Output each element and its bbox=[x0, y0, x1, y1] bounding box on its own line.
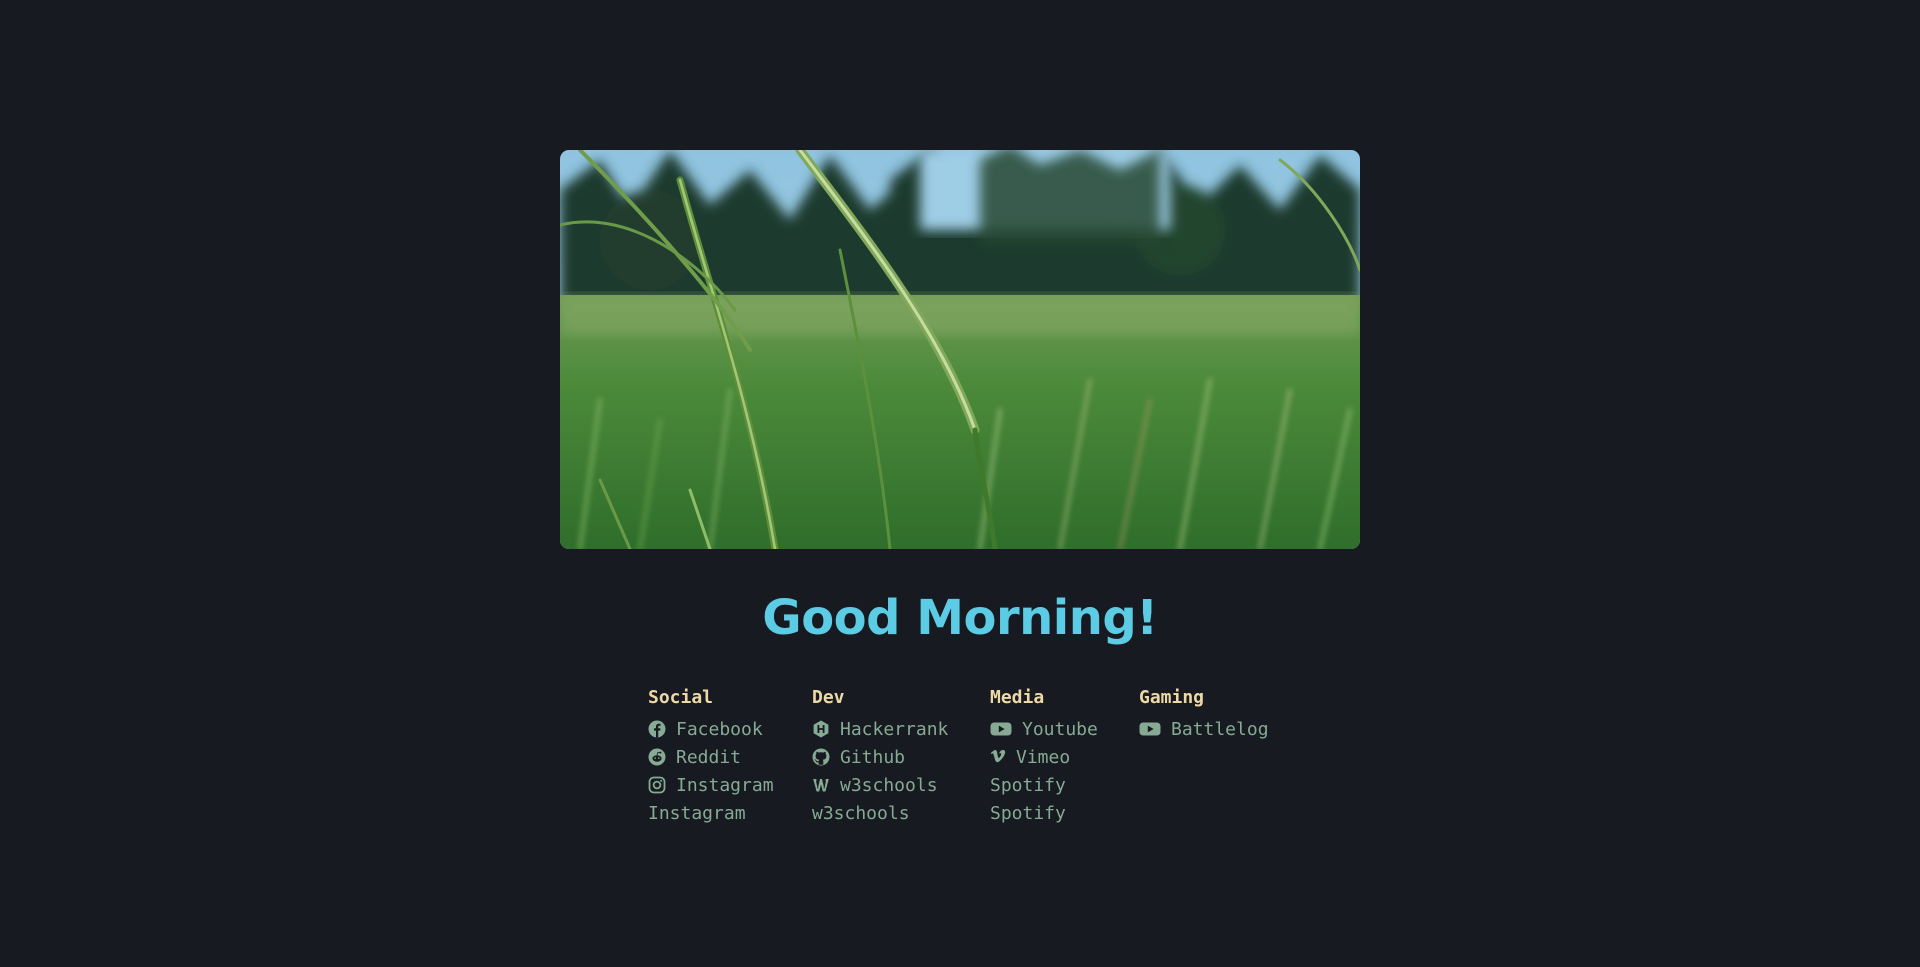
hackerrank-icon bbox=[812, 720, 830, 738]
column-title-social: Social bbox=[648, 687, 714, 708]
link-battlelog[interactable]: Battlelog bbox=[1139, 715, 1269, 743]
link-label: Facebook bbox=[676, 718, 763, 740]
youtube-icon bbox=[1139, 720, 1161, 738]
link-label: Instagram bbox=[648, 802, 746, 824]
links-column-social: Social Facebook Reddit Instagram Instagr… bbox=[648, 687, 774, 827]
youtube-icon bbox=[990, 720, 1012, 738]
column-title-gaming: Gaming bbox=[1139, 687, 1205, 708]
github-icon bbox=[812, 748, 830, 766]
link-youtube[interactable]: Youtube bbox=[990, 715, 1098, 743]
link-label: Youtube bbox=[1022, 718, 1098, 740]
vimeo-icon bbox=[990, 748, 1006, 766]
link-label: Battlelog bbox=[1171, 718, 1269, 740]
link-reddit[interactable]: Reddit bbox=[648, 743, 774, 771]
greeting-heading: Good Morning! bbox=[762, 590, 1158, 646]
links-column-dev: Dev Hackerrank Github w3schools w3school… bbox=[812, 687, 948, 827]
link-w3schools-text[interactable]: w3schools bbox=[812, 799, 948, 827]
link-label: Hackerrank bbox=[840, 718, 949, 740]
link-github[interactable]: Github bbox=[812, 743, 948, 771]
link-hackerrank[interactable]: Hackerrank bbox=[812, 715, 948, 743]
links-column-media: Media Youtube Vimeo Spotify Spotify bbox=[990, 687, 1098, 827]
links-column-gaming: Gaming Battlelog bbox=[1139, 687, 1269, 743]
link-label: Spotify bbox=[990, 774, 1066, 796]
link-spotify-text[interactable]: Spotify bbox=[990, 799, 1098, 827]
link-label: Vimeo bbox=[1016, 746, 1071, 768]
link-spotify[interactable]: Spotify bbox=[990, 771, 1098, 799]
column-title-media: Media bbox=[990, 687, 1045, 708]
link-label: Reddit bbox=[676, 746, 742, 768]
hero-image bbox=[560, 150, 1360, 549]
facebook-icon bbox=[648, 720, 666, 738]
link-label: Instagram bbox=[676, 774, 774, 796]
link-facebook[interactable]: Facebook bbox=[648, 715, 774, 743]
link-vimeo[interactable]: Vimeo bbox=[990, 743, 1098, 771]
link-label: Github bbox=[840, 746, 906, 768]
link-instagram[interactable]: Instagram bbox=[648, 771, 774, 799]
instagram-icon bbox=[648, 776, 666, 794]
link-instagram-text[interactable]: Instagram bbox=[648, 799, 774, 827]
column-title-dev: Dev bbox=[812, 687, 845, 708]
reddit-icon bbox=[648, 748, 666, 766]
link-w3schools[interactable]: w3schools bbox=[812, 771, 948, 799]
w3schools-icon bbox=[812, 776, 830, 794]
link-label: w3schools bbox=[840, 774, 938, 796]
link-label: w3schools bbox=[812, 802, 910, 824]
link-label: Spotify bbox=[990, 802, 1066, 824]
